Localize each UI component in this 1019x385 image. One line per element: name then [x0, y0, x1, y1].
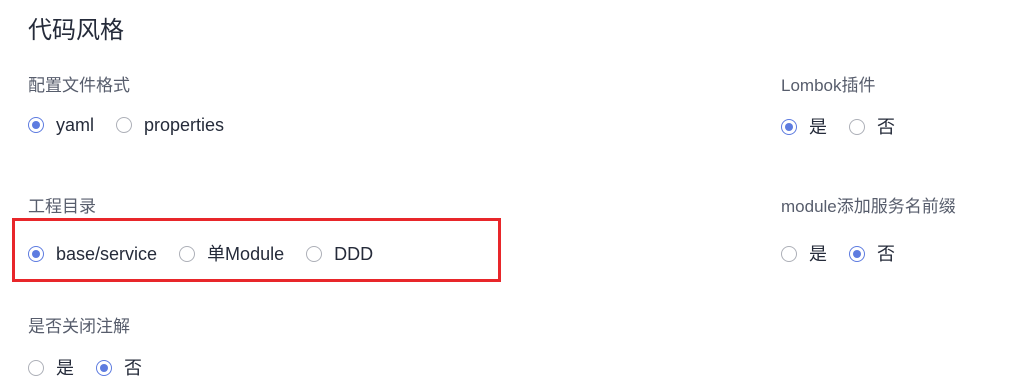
- radio-label: 否: [877, 117, 895, 137]
- radio-unchecked-icon[interactable]: [28, 360, 44, 376]
- radio-label: 单Module: [207, 244, 285, 264]
- lombok-radio-group: 是 否: [781, 110, 895, 144]
- config-format-radio-group: yaml properties: [28, 108, 224, 142]
- radio-checked-icon[interactable]: [28, 246, 44, 262]
- radio-label: 是: [809, 117, 827, 137]
- module-prefix-option-no[interactable]: 否: [849, 242, 895, 266]
- radio-label: properties: [144, 115, 225, 135]
- lombok-option-no[interactable]: 否: [849, 115, 895, 139]
- radio-checked-icon[interactable]: [849, 246, 865, 262]
- config-format-option-yaml[interactable]: yaml: [28, 113, 94, 137]
- radio-label: 是: [809, 244, 827, 264]
- config-format-group: 配置文件格式 yaml properties: [28, 74, 224, 142]
- module-prefix-label: module添加服务名前缀: [781, 197, 956, 216]
- project-dir-group: 工程目录 base/service 单Module DDD: [28, 195, 373, 271]
- close-annotation-option-no[interactable]: 否: [96, 356, 142, 380]
- radio-label: yaml: [56, 115, 95, 135]
- lombok-label: Lombok插件: [781, 76, 876, 95]
- radio-unchecked-icon[interactable]: [116, 117, 133, 133]
- project-dir-radio-group: base/service 单Module DDD: [28, 237, 373, 271]
- module-prefix-group: module添加服务名前缀 是 否: [781, 195, 956, 271]
- radio-unchecked-icon[interactable]: [849, 119, 865, 135]
- radio-checked-icon[interactable]: [96, 360, 112, 376]
- project-dir-option-single-module[interactable]: 单Module: [179, 242, 284, 266]
- radio-checked-icon[interactable]: [781, 119, 797, 135]
- close-annotation-group: 是否关闭注解 是 否: [28, 315, 142, 385]
- project-dir-label: 工程目录: [28, 197, 96, 216]
- radio-label: 否: [124, 358, 142, 378]
- radio-label: base/service: [56, 244, 158, 264]
- radio-unchecked-icon[interactable]: [781, 246, 797, 262]
- module-prefix-option-yes[interactable]: 是: [781, 242, 827, 266]
- lombok-option-yes[interactable]: 是: [781, 115, 827, 139]
- config-format-option-properties[interactable]: properties: [116, 113, 224, 137]
- module-prefix-radio-group: 是 否: [781, 237, 956, 271]
- project-dir-option-ddd[interactable]: DDD: [306, 242, 373, 266]
- radio-label: 否: [877, 244, 895, 264]
- radio-unchecked-icon[interactable]: [179, 246, 196, 262]
- project-dir-option-base-service[interactable]: base/service: [28, 242, 157, 266]
- radio-unchecked-icon[interactable]: [306, 246, 323, 262]
- close-annotation-label: 是否关闭注解: [28, 317, 130, 336]
- close-annotation-option-yes[interactable]: 是: [28, 356, 74, 380]
- close-annotation-radio-group: 是 否: [28, 351, 142, 385]
- radio-checked-icon[interactable]: [28, 117, 44, 133]
- section-title: 代码风格: [28, 17, 124, 44]
- radio-label: DDD: [334, 244, 374, 264]
- lombok-group: Lombok插件 是 否: [781, 74, 895, 144]
- radio-label: 是: [56, 358, 74, 378]
- config-format-label: 配置文件格式: [28, 76, 130, 95]
